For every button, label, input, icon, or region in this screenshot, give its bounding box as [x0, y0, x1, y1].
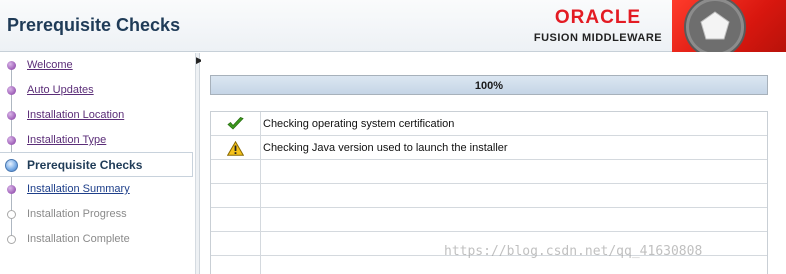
main-content: 100% Checking operating system certifica…	[201, 53, 786, 274]
status-cell	[211, 256, 261, 274]
step-installation-type[interactable]: Installation Type	[0, 128, 193, 153]
step-label: Installation Progress	[27, 208, 127, 220]
status-cell	[211, 160, 261, 184]
step-welcome[interactable]: Welcome	[0, 53, 193, 78]
watermark-text: https://blog.csdn.net/qq_41630808	[444, 244, 703, 259]
warning-icon	[227, 141, 244, 156]
step-installation-summary[interactable]: Installation Summary	[0, 177, 193, 202]
status-cell	[211, 136, 261, 160]
table-row[interactable]: Checking operating system certification	[211, 112, 767, 136]
status-cell	[211, 112, 261, 136]
step-pending-icon	[7, 185, 16, 194]
step-label[interactable]: Welcome	[27, 59, 73, 71]
status-cell	[211, 208, 261, 232]
step-label: Installation Complete	[27, 233, 130, 245]
step-disabled-icon	[7, 235, 16, 244]
check-icon	[227, 117, 244, 130]
wizard-steps-sidebar: Welcome Auto Updates Installation Locati…	[0, 53, 196, 274]
check-description: Checking Java version used to launch the…	[263, 142, 508, 154]
step-installation-location[interactable]: Installation Location	[0, 103, 193, 128]
step-prerequisite-checks[interactable]: Prerequisite Checks	[0, 152, 193, 177]
oracle-logo-text: ORACLE	[554, 7, 642, 28]
step-label: Prerequisite Checks	[27, 158, 143, 172]
step-auto-updates[interactable]: Auto Updates	[0, 78, 193, 103]
page-title: Prerequisite Checks	[7, 15, 181, 35]
step-current-icon	[5, 159, 18, 172]
step-label[interactable]: Auto Updates	[27, 84, 94, 96]
product-name: FUSION MIDDLEWARE	[533, 32, 663, 44]
status-cell	[211, 184, 261, 208]
step-label[interactable]: Installation Location	[27, 109, 124, 121]
step-installation-complete: Installation Complete	[0, 227, 193, 252]
fusion-logo-icon	[672, 0, 786, 52]
progress-label: 100%	[474, 80, 504, 92]
step-installation-progress: Installation Progress	[0, 202, 193, 227]
oracle-brand: ORACLE FUSION MIDDLEWARE	[532, 8, 664, 52]
pane-splitter[interactable]	[196, 53, 200, 274]
step-completed-icon	[7, 61, 16, 70]
table-row	[211, 160, 767, 184]
check-description: Checking operating system certification	[263, 118, 455, 130]
table-row[interactable]: Checking Java version used to launch the…	[211, 136, 767, 160]
table-row	[211, 208, 767, 232]
step-label[interactable]: Installation Summary	[27, 183, 130, 195]
step-completed-icon	[7, 136, 16, 145]
step-completed-icon	[7, 111, 16, 120]
step-disabled-icon	[7, 210, 16, 219]
status-cell	[211, 232, 261, 256]
header-bar: Prerequisite Checks ORACLE FUSION MIDDLE…	[0, 0, 786, 52]
table-row	[211, 184, 767, 208]
step-label[interactable]: Installation Type	[27, 134, 106, 146]
progress-bar: 100%	[210, 75, 768, 95]
step-completed-icon	[7, 86, 16, 95]
